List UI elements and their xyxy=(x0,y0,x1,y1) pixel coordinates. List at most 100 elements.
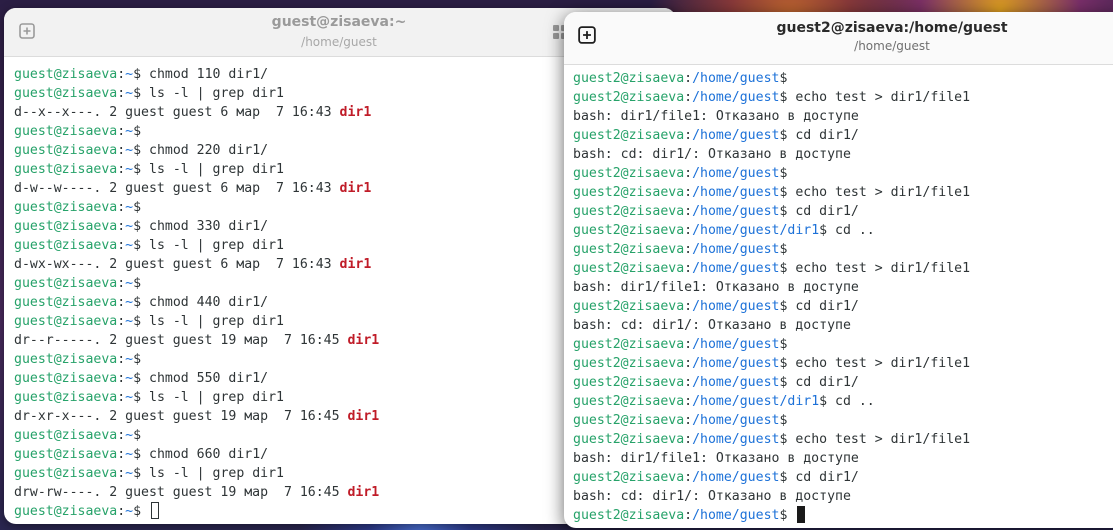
terminal-line: guest2@zisaeva:/home/guest$ echo test > … xyxy=(573,430,1113,449)
terminal-line: guest2@zisaeva:/home/guest$ cd dir1/ xyxy=(573,297,1113,316)
prompt-user: guest2@zisaeva xyxy=(573,356,685,371)
prompt-path: /home/guest xyxy=(692,413,780,428)
prompt-sep: : xyxy=(117,238,126,253)
prompt-symbol: $ xyxy=(133,314,150,329)
prompt-symbol: $ xyxy=(779,71,796,86)
prompt-symbol: $ xyxy=(779,413,796,428)
command-text: ls -l | grep dir1 xyxy=(149,238,284,253)
command-output: bash: dir1/file1: Отказано в доступе xyxy=(573,451,859,466)
prompt-symbol: $ xyxy=(779,90,796,105)
terminal-output[interactable]: guest2@zisaeva:/home/guest$ guest2@zisae… xyxy=(573,69,1113,525)
terminal-line: guest2@zisaeva:/home/guest$ xyxy=(573,164,1113,183)
ls-output: d-w--w----. 2 guest guest 6 мар 7 16:43 xyxy=(14,181,340,196)
terminal-window-guest2[interactable]: guest2@zisaeva:/home/guest /home/guest g… xyxy=(564,12,1113,528)
prompt-user: guest2@zisaeva xyxy=(573,204,685,219)
prompt-user: guest@zisaeva xyxy=(14,200,118,215)
prompt-user: guest@zisaeva xyxy=(14,143,118,158)
prompt-user: guest@zisaeva xyxy=(14,295,118,310)
dir-name: dir1 xyxy=(347,333,380,348)
prompt-sep: : xyxy=(117,276,126,291)
command-text: ls -l | grep dir1 xyxy=(149,466,284,481)
prompt-sep: : xyxy=(117,504,126,519)
prompt-sep: : xyxy=(117,371,126,386)
prompt-path: ~ xyxy=(125,67,134,82)
command-text: chmod 110 dir1/ xyxy=(149,67,269,82)
prompt-path: /home/guest xyxy=(692,242,780,257)
terminal-line: bash: cd: dir1/: Отказано в доступе xyxy=(573,487,1113,506)
prompt-path: /home/guest xyxy=(692,432,780,447)
prompt-sep: : xyxy=(117,390,126,405)
dir-name: dir1 xyxy=(339,181,372,196)
prompt-user: guest2@zisaeva xyxy=(573,299,685,314)
prompt-user: guest@zisaeva xyxy=(14,447,118,462)
prompt-sep: : xyxy=(117,67,126,82)
prompt-path: ~ xyxy=(125,162,134,177)
prompt-symbol: $ xyxy=(133,466,150,481)
prompt-sep: : xyxy=(684,166,693,181)
prompt-user: guest@zisaeva xyxy=(14,466,118,481)
terminal-line: bash: cd: dir1/: Отказано в доступе xyxy=(573,145,1113,164)
prompt-path: /home/guest/dir1 xyxy=(692,394,820,409)
command-text: cd .. xyxy=(835,394,875,409)
prompt-user: guest@zisaeva xyxy=(14,276,118,291)
command-text: ls -l | grep dir1 xyxy=(149,86,284,101)
prompt-user: guest2@zisaeva xyxy=(573,242,685,257)
prompt-path: /home/guest xyxy=(692,261,780,276)
prompt-symbol: $ xyxy=(779,242,796,257)
terminal-line: guest2@zisaeva:/home/guest/dir1$ cd .. xyxy=(573,392,1113,411)
prompt-symbol: $ xyxy=(819,223,836,238)
prompt-path: /home/guest xyxy=(692,128,780,143)
prompt-symbol: $ xyxy=(133,124,150,139)
prompt-path: ~ xyxy=(125,276,134,291)
prompt-path: ~ xyxy=(125,371,134,386)
terminal-line: guest2@zisaeva:/home/guest$ xyxy=(573,411,1113,430)
terminal-line: guest2@zisaeva:/home/guest$ cd dir1/ xyxy=(573,468,1113,487)
dir-name: dir1 xyxy=(347,409,380,424)
prompt-symbol: $ xyxy=(133,238,150,253)
prompt-sep: : xyxy=(117,295,126,310)
prompt-user: guest@zisaeva xyxy=(14,219,118,234)
prompt-path: /home/guest xyxy=(692,185,780,200)
terminal-line: guest2@zisaeva:/home/guest$ echo test > … xyxy=(573,259,1113,278)
prompt-path: ~ xyxy=(125,352,134,367)
terminal-line: guest2@zisaeva:/home/guest$ xyxy=(573,69,1113,88)
prompt-symbol: $ xyxy=(133,219,150,234)
terminal-line: guest2@zisaeva:/home/guest$ xyxy=(573,506,1113,525)
prompt-path: /home/guest xyxy=(692,299,780,314)
titlebar[interactable]: guest2@zisaeva:/home/guest /home/guest xyxy=(564,12,1113,65)
prompt-user: guest@zisaeva xyxy=(14,428,118,443)
prompt-symbol: $ xyxy=(779,337,796,352)
command-text: cd dir1/ xyxy=(795,375,859,390)
prompt-symbol: $ xyxy=(133,86,150,101)
prompt-sep: : xyxy=(117,200,126,215)
prompt-symbol: $ xyxy=(819,394,836,409)
prompt-sep: : xyxy=(117,143,126,158)
prompt-path: ~ xyxy=(125,447,134,462)
ls-output: dr--r-----. 2 guest guest 19 мар 7 16:45 xyxy=(14,333,348,348)
prompt-path: /home/guest xyxy=(692,90,780,105)
prompt-path: ~ xyxy=(125,504,134,519)
prompt-path: ~ xyxy=(125,124,134,139)
prompt-user: guest@zisaeva xyxy=(14,124,118,139)
prompt-sep: : xyxy=(117,466,126,481)
prompt-symbol: $ xyxy=(779,204,796,219)
command-text: chmod 440 dir1/ xyxy=(149,295,269,310)
prompt-sep: : xyxy=(117,314,126,329)
prompt-path: ~ xyxy=(125,390,134,405)
prompt-symbol: $ xyxy=(133,390,150,405)
prompt-path: ~ xyxy=(125,86,134,101)
prompt-user: guest2@zisaeva xyxy=(573,432,685,447)
prompt-user: guest2@zisaeva xyxy=(573,394,685,409)
prompt-user: guest2@zisaeva xyxy=(573,470,685,485)
terminal-line: bash: dir1/file1: Отказано в доступе xyxy=(573,107,1113,126)
prompt-user: guest@zisaeva xyxy=(14,371,118,386)
prompt-sep: : xyxy=(684,508,693,523)
prompt-sep: : xyxy=(117,86,126,101)
prompt-symbol: $ xyxy=(133,276,150,291)
prompt-path: /home/guest xyxy=(692,508,780,523)
window-subtitle: /home/guest xyxy=(854,39,930,53)
prompt-sep: : xyxy=(684,128,693,143)
dir-name: dir1 xyxy=(339,105,372,120)
prompt-symbol: $ xyxy=(133,143,150,158)
prompt-path: ~ xyxy=(125,238,134,253)
